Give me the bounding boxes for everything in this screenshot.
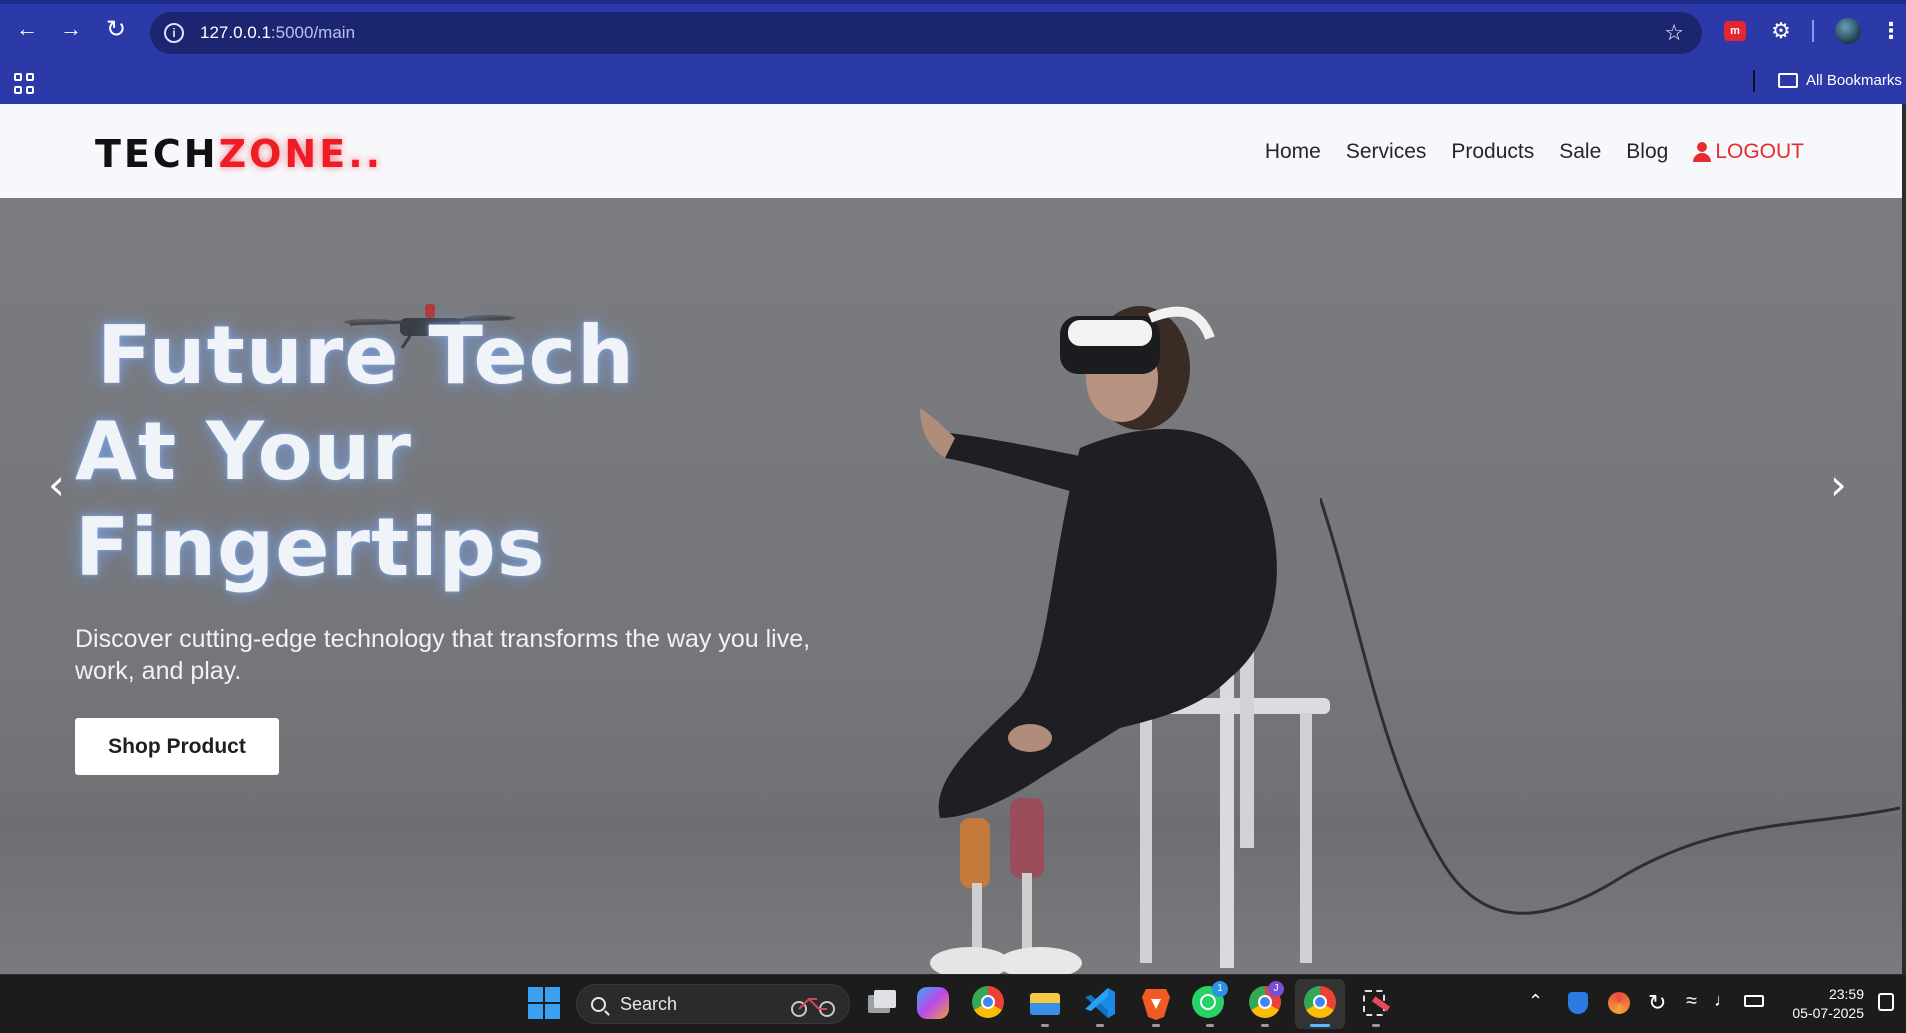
all-bookmarks-label: All Bookmarks [1806, 72, 1902, 89]
toolbar-divider [1812, 20, 1814, 42]
nav-services[interactable]: Services [1346, 140, 1427, 164]
shop-product-button[interactable]: Shop Product [75, 718, 279, 775]
explorer-running-dot [1041, 1024, 1049, 1027]
user-icon [1693, 142, 1712, 162]
logo-tech: TECH [95, 132, 219, 176]
site-info-icon[interactable]: i [164, 23, 184, 43]
url-path: :5000/main [270, 23, 356, 42]
browser-toolbar: ← → ↻ i 127.0.0.1:5000/main ☆ m ⚙ ⋮ [0, 0, 1906, 64]
site-navbar: TECHZONE.. Home Services Products Sale B… [0, 104, 1902, 198]
chevron-up-icon[interactable]: ⌃ [1528, 991, 1543, 1012]
bookmarks-bar: All Bookmarks [0, 64, 1906, 104]
clock-date[interactable]: 05-07-2025 [1768, 1005, 1864, 1021]
security-shield-icon[interactable] [1568, 992, 1588, 1014]
clock-time[interactable]: 23:59 [1768, 986, 1864, 1002]
chrome-icon[interactable] [972, 986, 1004, 1018]
hero-headline: Future Tech At Your Fingertips [75, 308, 635, 596]
web-page: TECHZONE.. Home Services Products Sale B… [0, 104, 1902, 974]
site-logo[interactable]: TECHZONE.. [95, 132, 383, 176]
headline-line-1: Future Tech [97, 309, 635, 402]
headline-line-3: Fingertips [75, 501, 546, 594]
apps-grid-icon[interactable] [14, 73, 36, 95]
nav-menu: Home Services Products Sale Blog LOGOUT [1240, 140, 1804, 164]
profile-avatar[interactable] [1835, 18, 1861, 44]
chrome-profile-badge: J [1268, 981, 1284, 997]
taskbar-search[interactable]: Search [576, 984, 850, 1024]
volume-icon[interactable]: ♩ [1714, 990, 1732, 1011]
snipping-running-dot [1372, 1024, 1380, 1027]
extension-mendeley-icon[interactable]: m [1724, 21, 1746, 41]
logout-label: LOGOUT [1715, 140, 1804, 163]
vscode-running-dot [1096, 1024, 1104, 1027]
chrome-menu-icon[interactable]: ⋮ [1880, 18, 1902, 44]
whatsapp-badge: 1 [1212, 981, 1228, 997]
search-icon [591, 996, 606, 1012]
whatsapp-running-dot [1206, 1024, 1214, 1027]
page-scrollbar[interactable] [1902, 104, 1906, 974]
hero-carousel: Future Tech At Your Fingertips Discover … [0, 198, 1902, 974]
carousel-prev-icon[interactable]: ‹ [48, 460, 65, 509]
bookmarks-divider [1753, 70, 1755, 92]
bookmark-star-icon[interactable]: ☆ [1664, 20, 1684, 46]
brave-running-dot [1152, 1024, 1160, 1027]
all-bookmarks-button[interactable]: All Bookmarks [1778, 72, 1902, 89]
bicycle-icon [791, 997, 835, 1017]
notification-icon[interactable] [1878, 993, 1894, 1011]
url-host: 127.0.0.1 [200, 23, 271, 42]
search-label: Search [620, 993, 678, 1014]
folder-icon [1778, 73, 1798, 88]
wifi-icon[interactable]: ≈ [1686, 990, 1697, 1013]
logo-zone: ZONE.. [218, 132, 384, 176]
nav-blog[interactable]: Blog [1626, 140, 1668, 164]
carousel-next-icon[interactable]: › [1830, 460, 1847, 509]
windows-taskbar: Search 1 J ⌃ ↻ ≈ ♩ 23:59 05-07-2025 [0, 974, 1906, 1033]
chrome-profile-running-dot [1261, 1024, 1269, 1027]
nav-sale[interactable]: Sale [1559, 140, 1601, 164]
logout-link[interactable]: LOGOUT [1693, 140, 1804, 164]
address-bar[interactable]: i 127.0.0.1:5000/main ☆ [150, 12, 1702, 54]
tray-app-icon[interactable] [1608, 992, 1630, 1014]
start-windows-icon[interactable] [528, 987, 560, 1019]
hero-subtext: Discover cutting-edge technology that tr… [75, 625, 811, 685]
brave-icon[interactable] [1138, 985, 1174, 1021]
chrome-active-icon[interactable] [1304, 986, 1336, 1018]
headline-line-2: At Your [75, 405, 412, 498]
tab-strip-edge [0, 0, 1906, 4]
chrome-active-indicator [1310, 1024, 1330, 1027]
copilot-icon[interactable] [917, 987, 949, 1019]
snipping-tool-icon[interactable] [1358, 985, 1394, 1021]
nav-products[interactable]: Products [1451, 140, 1534, 164]
nav-home[interactable]: Home [1265, 140, 1321, 164]
sync-icon[interactable]: ↻ [1648, 990, 1666, 1016]
extensions-puzzle-icon[interactable]: ⚙ [1768, 18, 1794, 44]
vr-person-image [920, 306, 1330, 974]
reload-icon[interactable]: ↻ [101, 14, 131, 44]
forward-arrow-icon[interactable]: → [56, 14, 86, 44]
back-arrow-icon[interactable]: ← [12, 14, 42, 44]
vscode-icon[interactable] [1082, 985, 1118, 1021]
task-view-icon[interactable] [862, 985, 898, 1021]
battery-icon[interactable] [1744, 995, 1764, 1007]
file-explorer-icon[interactable] [1027, 985, 1063, 1021]
